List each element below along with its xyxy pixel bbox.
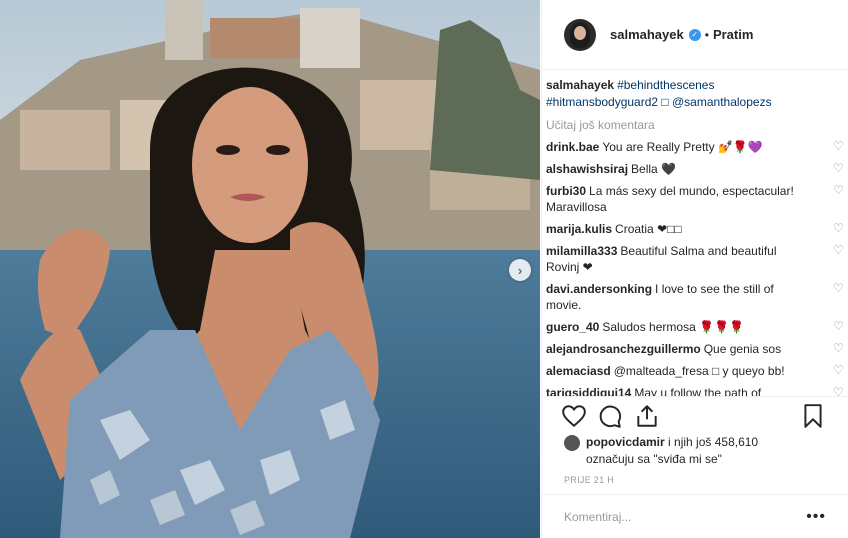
likes-username[interactable]: popovicdamir xyxy=(586,435,665,449)
likes-summary: popovicdamir i njih još 458,610 označuju… xyxy=(564,434,844,467)
liker-avatar[interactable] xyxy=(564,434,580,451)
separator-dot: • xyxy=(704,27,709,42)
comment-row: milamilla333 Beautiful Salma and beautifu… xyxy=(546,243,844,275)
comment-username[interactable]: alshawishsiraj xyxy=(546,162,628,176)
caption-username[interactable]: salmahayek xyxy=(546,78,614,92)
comment-like-heart-icon[interactable]: ♡ xyxy=(833,320,845,332)
comment-like-heart-icon[interactable]: ♡ xyxy=(833,162,845,174)
comment-username[interactable]: alejandrosanchezguillermo xyxy=(546,342,701,356)
comment-row: alejandrosanchezguillermo Que genia sos ♡ xyxy=(546,341,844,357)
comment-username[interactable]: milamilla333 xyxy=(546,244,617,258)
comment-text: Croatia ❤□□ xyxy=(615,222,682,236)
comment-input[interactable] xyxy=(564,509,807,524)
comment-text: Que genia sos xyxy=(703,342,782,356)
comment-like-heart-icon[interactable]: ♡ xyxy=(833,244,845,256)
comment-text: @malteada_fresa □ y queyo bb! xyxy=(613,364,785,378)
comments-list[interactable]: salmahayek #behindthescenes #hitmansbodyg… xyxy=(542,70,848,396)
share-icon[interactable] xyxy=(634,403,660,429)
comment-username[interactable]: tariqsiddiqui14 xyxy=(546,386,631,396)
comment-row: guero_40 Saludos hermosa 🌹🌹🌹 ♡ xyxy=(546,319,844,335)
comment-like-heart-icon[interactable]: ♡ xyxy=(833,222,845,234)
comment-text: You are Really Pretty 💅🌹💜 xyxy=(602,140,763,154)
comment-like-heart-icon[interactable]: ♡ xyxy=(833,140,845,152)
next-photo-button[interactable]: › xyxy=(509,259,531,281)
likes-count-text[interactable]: i njih još 458,610 xyxy=(668,435,758,449)
comment-text: May u follow the path of xyxy=(634,386,762,396)
heart-icon[interactable] xyxy=(561,403,587,429)
comment-row: furbi30 La más sexy del mundo, espectacul… xyxy=(546,183,844,215)
more-options-icon[interactable]: ••• xyxy=(806,508,826,526)
comment-row: drink.bae You are Really Pretty 💅🌹💜 ♡ xyxy=(546,139,844,155)
comment-row: davi.andersonking I love to see the still… xyxy=(546,281,844,313)
comment-username[interactable]: marija.kulis xyxy=(546,222,612,236)
comment-username[interactable]: davi.andersonking xyxy=(546,282,652,296)
comment-like-heart-icon[interactable]: ♡ xyxy=(833,364,845,376)
comment-like-heart-icon[interactable]: ♡ xyxy=(833,184,845,196)
comment-row: tariqsiddiqui14 May u follow the path of ♡ xyxy=(546,385,844,396)
post-photo xyxy=(0,0,540,538)
comment-username[interactable]: drink.bae xyxy=(546,140,599,154)
post-timestamp[interactable]: PRIJE 21 H xyxy=(564,475,614,485)
comment-text: Bella 🖤 xyxy=(631,162,677,176)
comment-like-heart-icon[interactable]: ♡ xyxy=(833,282,845,294)
post-sidebar: salmahayek ✓ • Pratim salmahayek #behindt… xyxy=(541,0,848,538)
verified-badge-icon: ✓ xyxy=(688,28,701,41)
comment-row: alshawishsiraj Bella 🖤 ♡ xyxy=(546,161,844,177)
author-username[interactable]: salmahayek xyxy=(610,27,684,42)
comment-text: Saludos hermosa 🌹🌹🌹 xyxy=(602,320,744,334)
following-button[interactable]: Pratim xyxy=(713,27,753,42)
comment-username[interactable]: guero_40 xyxy=(546,320,599,334)
bookmark-icon[interactable] xyxy=(800,403,826,429)
comment-icon[interactable] xyxy=(597,403,623,429)
comment-username[interactable]: alemaciasd xyxy=(546,364,611,378)
post-caption: salmahayek #behindthescenes #hitmansbodyg… xyxy=(546,77,828,111)
likes-suffix: označuju sa "sviđa mi se" xyxy=(586,451,722,466)
post-header: salmahayek ✓ • Pratim xyxy=(542,0,848,70)
comment-row: marija.kulis Croatia ❤□□ ♡ xyxy=(546,221,844,237)
comment-form: ••• xyxy=(542,494,848,538)
chevron-right-icon: › xyxy=(517,262,523,278)
comment-like-heart-icon[interactable]: ♡ xyxy=(833,342,845,354)
comment-like-heart-icon[interactable]: ♡ xyxy=(833,386,845,396)
comment-username[interactable]: furbi30 xyxy=(546,184,586,198)
photo-illustration xyxy=(0,0,540,538)
comment-row: alemaciasd @malteada_fresa □ y queyo bb! ♡ xyxy=(546,363,844,379)
author-avatar[interactable] xyxy=(564,18,596,51)
load-more-comments-button[interactable]: Učitaj još komentara xyxy=(546,118,828,132)
action-bar xyxy=(542,396,848,434)
